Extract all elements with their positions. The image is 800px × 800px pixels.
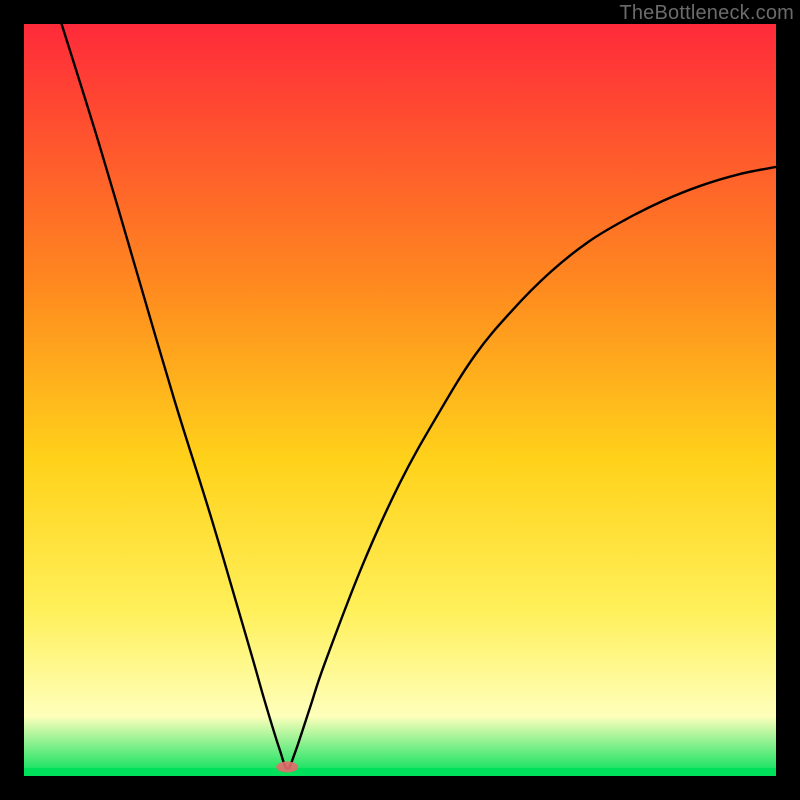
baseline-green-stripe: [24, 768, 776, 776]
optimal-point-marker: [276, 761, 298, 772]
gradient-background: [24, 24, 776, 776]
bottleneck-chart: [24, 24, 776, 776]
chart-frame: [24, 24, 776, 776]
watermark-label: TheBottleneck.com: [619, 2, 794, 25]
